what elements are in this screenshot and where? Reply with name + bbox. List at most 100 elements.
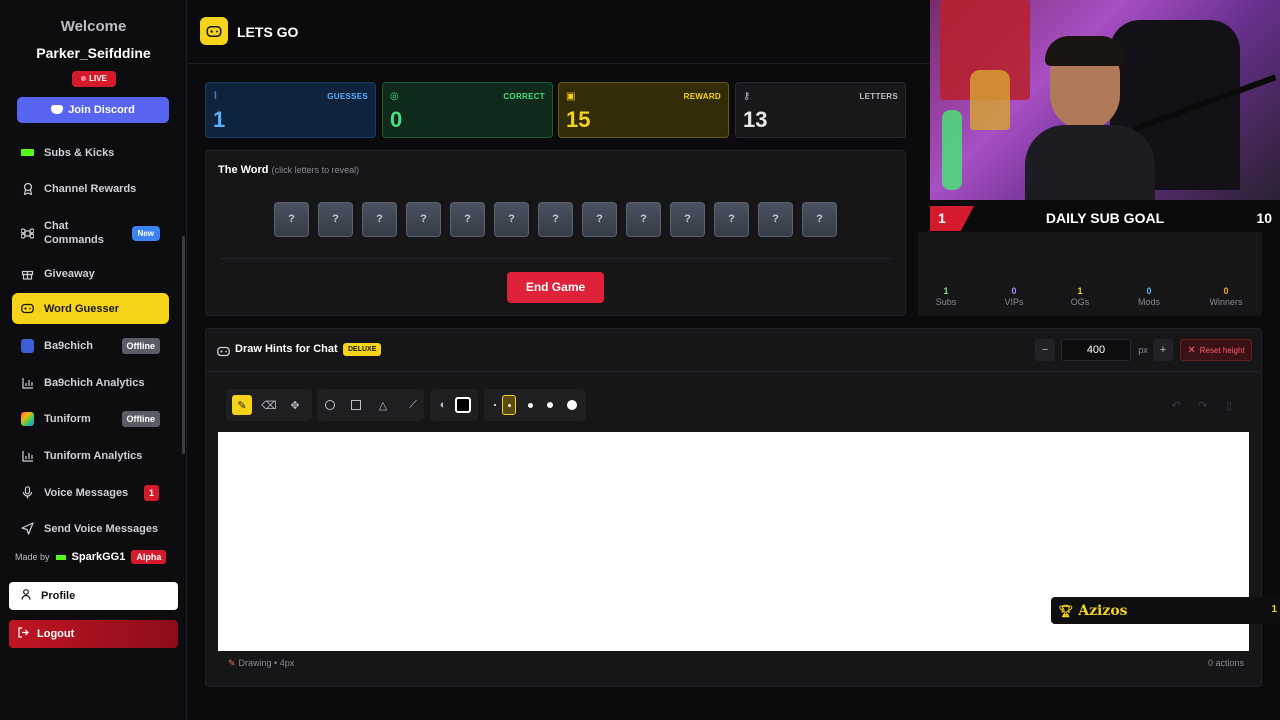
sidebar-item-chat-commands[interactable]: Chat Commands New [12,215,169,251]
sidebar-item-tuniform-analytics[interactable]: Tuniform Analytics [12,440,169,471]
stat-card-letters: ⚷ LETTERS 13 [735,82,906,138]
pencil-icon: ✎ [228,658,236,668]
sidebar-item-ba9chich-analytics[interactable]: Ba9chich Analytics [12,367,169,398]
letter-tile[interactable]: ? [802,202,837,237]
eraser-icon[interactable]: ⌫ [259,395,279,415]
sidebar-item-channel-rewards[interactable]: Channel Rewards [12,173,169,204]
tuniform-logo-icon [21,411,34,426]
winner-count: 1 [1271,604,1277,615]
sidebar-item-word-guesser[interactable]: Word Guesser [12,293,169,324]
brush-size-5[interactable] [562,395,582,415]
goal-title: DAILY SUB GOAL [1045,210,1165,226]
key-icon: ⚷ [743,91,751,102]
command-icon [21,227,34,240]
webcam-overlay [930,0,1280,200]
bar-chart-icon [21,449,34,462]
sidebar-item-giveaway[interactable]: Giveaway [12,258,169,289]
new-badge: New [131,225,160,241]
gift-icon [21,267,34,280]
letter-tile[interactable]: ? [626,202,661,237]
draw-panel-title: Draw Hints for Chat [235,343,338,355]
pencil-icon[interactable]: ✎ [232,395,252,415]
stat-card-guesses: ⌇ GUESSES 1 [205,82,376,138]
letter-tile[interactable]: ? [362,202,397,237]
send-icon [21,522,34,535]
draw-panel: Draw Hints for Chat DELUXE − 400 px + ✕ R… [205,328,1262,687]
bar-chart-icon [21,376,34,389]
color-swatch[interactable] [453,395,473,415]
join-discord-button[interactable]: Join Discord [17,97,169,123]
check-circle-icon: ◎ [390,91,399,102]
mini-stat-vips: 0 VIPs [1004,286,1024,307]
height-input[interactable]: 400 [1061,339,1131,361]
actions-count: 0 actions [1207,658,1244,668]
trophy-image [970,70,1010,130]
logout-button[interactable]: Logout [9,620,178,648]
sidebar-item-tuniform[interactable]: Tuniform Offline [12,403,169,434]
sidebar-item-send-voice-messages[interactable]: Send Voice Messages [12,513,169,540]
increase-height-button[interactable]: + [1153,339,1173,361]
letter-tile[interactable]: ? [582,202,617,237]
brush-size-3[interactable] [520,395,540,415]
hair-image [1045,36,1125,66]
username: Parker_Seifddine [36,45,151,61]
reset-height-button[interactable]: ✕ Reset height [1180,339,1252,361]
drawing-status: ✎ Drawing • 4px [228,658,295,668]
live-badge: LIVE [72,71,116,87]
profile-button[interactable]: Profile [9,582,178,610]
stream-stats-panel: 1 Subs 0 VIPs 1 OGs 0 Mods 0 Winners [918,232,1262,316]
trash-icon[interactable]: ▯ [1219,395,1239,415]
letter-tile[interactable]: ? [450,202,485,237]
gamepad-icon [21,302,34,315]
sidebar-item-ba9chich[interactable]: Ba9chich Offline [12,330,169,361]
letter-tile[interactable]: ? [494,202,529,237]
page-header: LETS GO [188,0,930,64]
divider [220,258,891,259]
ba9chich-logo-icon [21,338,34,353]
mini-stat-subs: 1 Subs [935,286,957,307]
brush-size-2[interactable] [502,395,516,415]
letter-tile[interactable]: ? [714,202,749,237]
triangle-icon[interactable]: △ [373,395,393,415]
letter-tile[interactable]: ? [538,202,573,237]
kick-icon [21,146,34,159]
rectangle-icon[interactable] [346,395,366,415]
move-icon[interactable]: ✥ [285,395,305,415]
palette-icon[interactable]: ◐ [433,395,453,415]
letter-tile[interactable]: ? [758,202,793,237]
decrease-height-button[interactable]: − [1035,339,1055,361]
logout-icon [18,627,29,641]
sidebar-item-subs-kicks[interactable]: Subs & Kicks [12,140,169,168]
trophy-icon: 🏆︎ [1058,603,1074,618]
sidebar-scrollbar[interactable] [182,236,185,454]
end-game-button[interactable]: End Game [507,272,604,303]
offline-badge: Offline [121,410,160,427]
height-unit: px [1138,345,1148,355]
undo-icon[interactable]: ↶ [1166,395,1186,415]
letter-tile[interactable]: ? [406,202,441,237]
award-icon [21,182,34,195]
offline-badge: Offline [121,337,160,354]
sidebar-item-voice-messages[interactable]: Voice Messages 1 [12,477,169,508]
light-image [942,110,962,190]
sub-goal-bar: DAILY SUB GOAL 1 10 [930,206,1280,231]
microphone-icon [21,486,34,499]
alpha-badge: Alpha [131,550,167,564]
redo-icon[interactable]: ↷ [1193,395,1213,415]
letter-tile[interactable]: ? [318,202,353,237]
letter-tile[interactable]: ? [274,202,309,237]
stat-card-reward: ▣ REWARD 15 [558,82,729,138]
line-icon[interactable]: ⟋ [403,395,423,415]
brush-size-4[interactable] [540,395,560,415]
divider [206,371,1261,372]
word-title: The Word (click letters to reveal) [218,164,360,176]
stat-card-correct: ◎ CORRECT 0 [382,82,553,138]
letter-tile[interactable]: ? [670,202,705,237]
shirt-image [1025,125,1155,200]
sidebar-nav: Subs & Kicks Channel Rewards Chat Comman… [0,140,187,540]
circle-icon[interactable] [320,395,340,415]
close-icon: ✕ [1187,344,1196,356]
mini-stat-ogs: 1 OGs [1070,286,1090,307]
winner-banner: 🏆︎ Azizos 1 [1051,597,1280,624]
page-title: LETS GO [237,24,299,40]
